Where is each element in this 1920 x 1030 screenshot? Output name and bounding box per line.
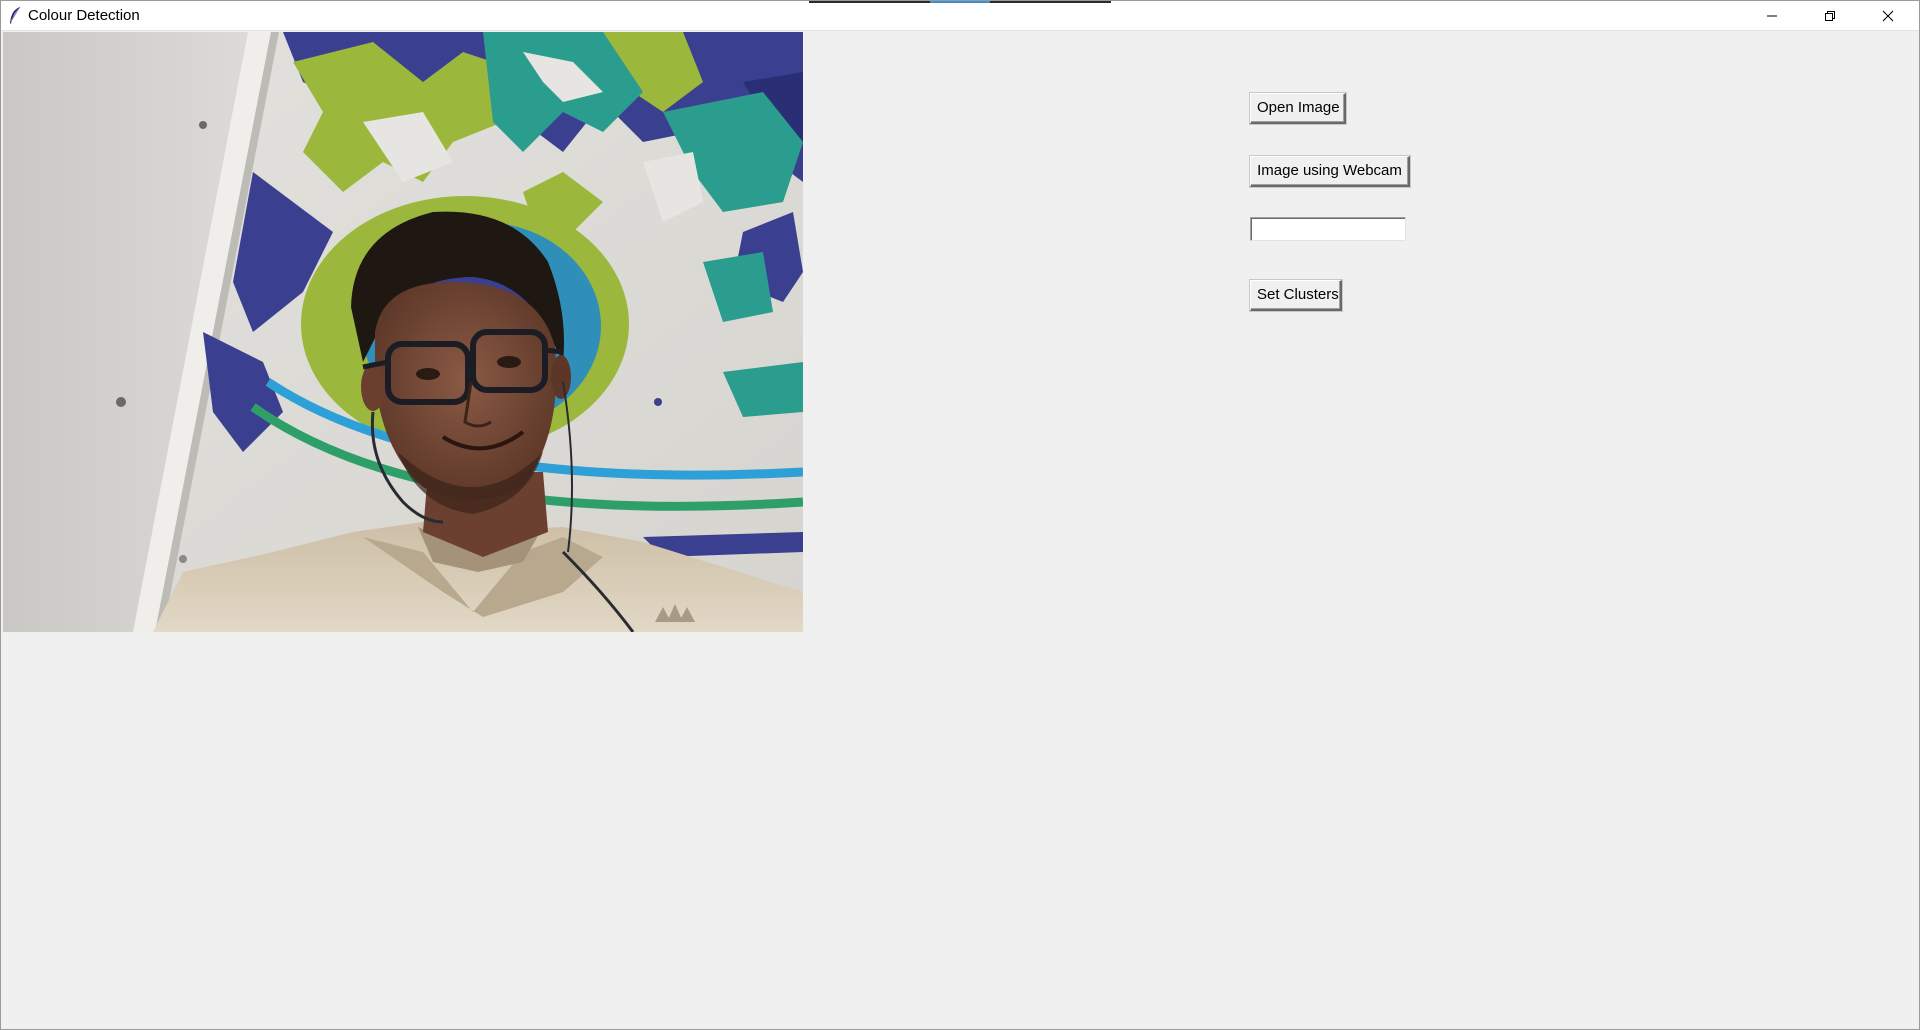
restore-icon bbox=[1825, 10, 1835, 21]
clusters-input[interactable] bbox=[1250, 217, 1406, 241]
window-title: Colour Detection bbox=[28, 7, 140, 24]
open-image-button[interactable]: Open Image bbox=[1250, 93, 1346, 124]
feather-icon bbox=[10, 6, 21, 24]
title-bar[interactable]: Colour Detection bbox=[1, 1, 1919, 31]
minimize-icon bbox=[1767, 15, 1777, 16]
close-button[interactable] bbox=[1859, 1, 1917, 30]
webcam-image bbox=[3, 32, 803, 632]
close-icon bbox=[1882, 10, 1894, 21]
image-using-webcam-button[interactable]: Image using Webcam bbox=[1250, 156, 1410, 187]
restore-button[interactable] bbox=[1801, 1, 1859, 30]
app-window: Colour Detection Open Image Image using … bbox=[0, 0, 1920, 1030]
set-clusters-button[interactable]: Set Clusters bbox=[1250, 280, 1342, 311]
window-drag-indicator-active bbox=[930, 1, 990, 3]
webcam-photo bbox=[3, 32, 803, 632]
minimize-button[interactable] bbox=[1743, 1, 1801, 30]
